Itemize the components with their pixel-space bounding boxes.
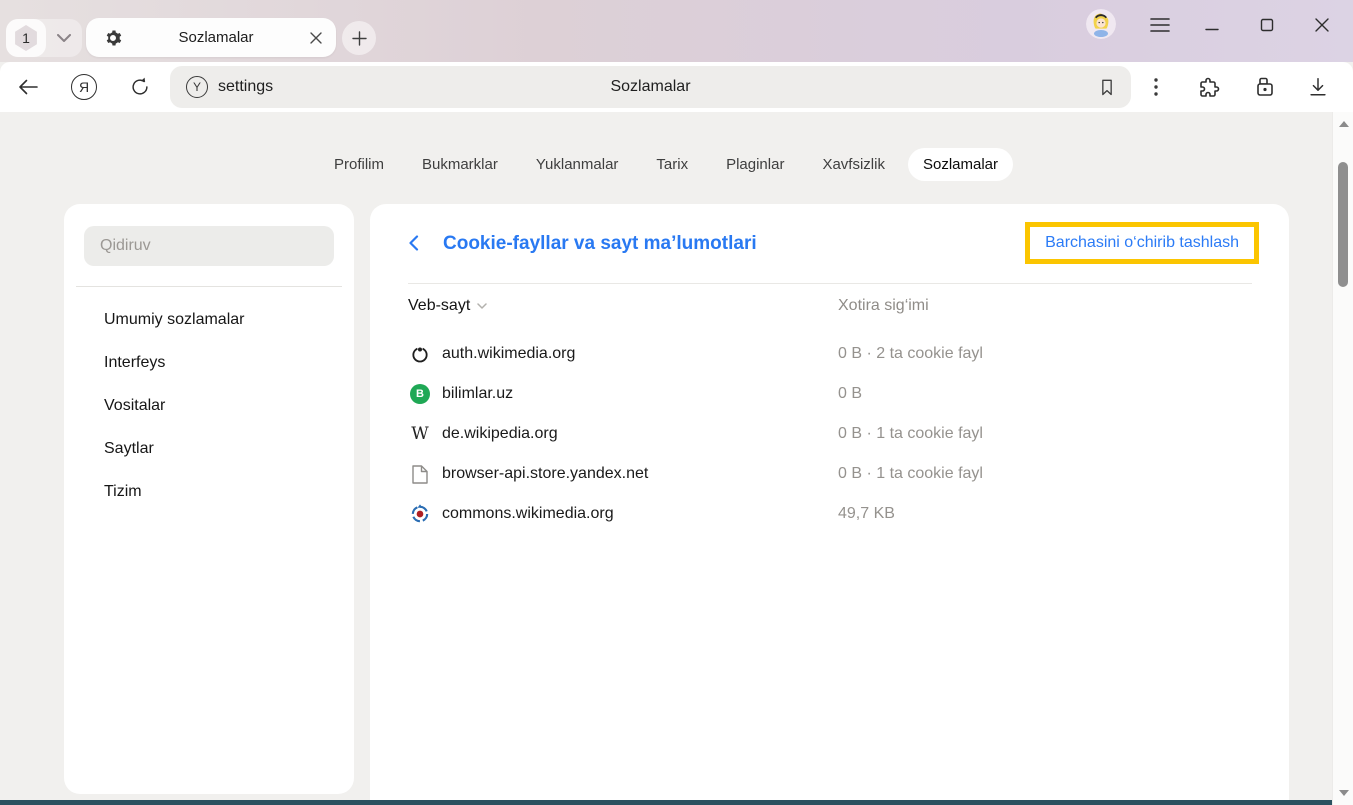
settings-page: Profilim Bukmarklar Yuklanmalar Tarix Pl… [0, 112, 1332, 805]
site-row-de-wikipedia[interactable]: W de.wikipedia.org 0 B · 1 ta cookie fay… [370, 414, 1289, 454]
bookmark-icon[interactable] [1097, 77, 1117, 97]
wikipedia-icon: W [410, 424, 430, 444]
column-header-storage: Xotira sig‘imi [838, 297, 929, 315]
url-text[interactable]: settings [218, 78, 273, 96]
nav-tab-yuklanmalar[interactable]: Yuklanmalar [521, 148, 634, 181]
yandex-logo[interactable]: Я [62, 65, 106, 109]
nav-tab-profilim[interactable]: Profilim [319, 148, 399, 181]
sidebar-item-umumiy-sozlamalar[interactable]: Umumiy sozlamalar [64, 298, 354, 341]
downloads-icon[interactable] [1291, 65, 1345, 109]
column-site-label: Veb-sayt [408, 297, 470, 315]
sort-chevron-icon [477, 303, 487, 309]
bilimlar-icon: B [410, 384, 430, 404]
tab-sozlamalar[interactable]: Sozlamalar [86, 18, 336, 57]
site-row-commons-wikimedia[interactable]: commons.wikimedia.org 49,7 KB [370, 494, 1289, 534]
site-name: auth.wikimedia.org [442, 345, 575, 363]
yandex-letter: Я [79, 79, 89, 95]
browser-window: 1 Sozlamalar [0, 0, 1353, 805]
protect-letter: Y [193, 80, 201, 94]
search-input[interactable] [84, 226, 334, 266]
site-storage: 0 B · 1 ta cookie fayl [838, 465, 983, 483]
passwords-icon[interactable] [1237, 65, 1291, 109]
site-name: commons.wikimedia.org [442, 505, 614, 523]
tab-strip: 1 Sozlamalar [0, 0, 1353, 62]
reload-icon[interactable] [118, 65, 162, 109]
site-storage: 0 B [838, 385, 862, 403]
settings-nav-tabs: Profilim Bukmarklar Yuklanmalar Tarix Pl… [0, 148, 1332, 181]
nav-tab-bukmarklar[interactable]: Bukmarklar [407, 148, 513, 181]
tab-title: Sozlamalar [122, 29, 310, 46]
kebab-menu-icon[interactable] [1129, 65, 1183, 109]
site-storage: 49,7 KB [838, 505, 895, 523]
sidebar-item-vositalar[interactable]: Vositalar [64, 384, 354, 427]
tab-close-icon[interactable] [310, 32, 322, 44]
omnibox-page-title: Sozlamalar [170, 78, 1131, 96]
extensions-icon[interactable] [1183, 65, 1237, 109]
header-divider [408, 283, 1252, 284]
bilimlar-letter: B [416, 388, 424, 400]
site-name: browser-api.store.yandex.net [442, 465, 648, 483]
window-bottom-edge [0, 800, 1332, 805]
back-icon[interactable] [6, 65, 50, 109]
tab-count-badge: 1 [13, 25, 39, 51]
nav-tab-plaginlar[interactable]: Plaginlar [711, 148, 799, 181]
scroll-up-icon[interactable] [1333, 116, 1353, 132]
document-icon [410, 464, 430, 484]
settings-sidebar: Umumiy sozlamalar Interfeys Vositalar Sa… [64, 204, 354, 794]
sidebar-divider [76, 286, 342, 287]
maximize-button[interactable] [1254, 12, 1280, 38]
nav-tab-xavfsizlik[interactable]: Xavfsizlik [807, 148, 900, 181]
address-bar[interactable]: Y settings Sozlamalar [170, 66, 1131, 108]
avatar[interactable] [1086, 9, 1116, 39]
menu-icon[interactable] [1147, 12, 1173, 38]
tab-counter[interactable]: 1 [6, 19, 46, 57]
column-header-site[interactable]: Veb-sayt [408, 297, 487, 315]
minimize-button[interactable] [1199, 12, 1225, 38]
nav-tab-sozlamalar[interactable]: Sozlamalar [908, 148, 1013, 181]
sidebar-item-saytlar[interactable]: Saytlar [64, 427, 354, 470]
site-name: bilimlar.uz [442, 385, 513, 403]
page-title: Cookie-fayllar va sayt ma’lumotlari [443, 233, 757, 255]
page-scrollbar[interactable] [1332, 112, 1353, 805]
site-row-auth-wikimedia[interactable]: auth.wikimedia.org 0 B · 2 ta cookie fay… [370, 334, 1289, 374]
site-row-bilimlar[interactable]: B bilimlar.uz 0 B [370, 374, 1289, 414]
site-row-browser-api[interactable]: browser-api.store.yandex.net 0 B · 1 ta … [370, 454, 1289, 494]
scrollbar-thumb[interactable] [1338, 162, 1348, 287]
commons-icon [410, 504, 430, 524]
back-chevron-icon[interactable] [406, 235, 422, 251]
toolbar: Я Y settings Sozlamalar [0, 62, 1353, 112]
close-button[interactable] [1309, 12, 1335, 38]
chevron-down-icon[interactable] [46, 34, 82, 42]
gear-icon [104, 29, 122, 47]
new-tab-button[interactable] [342, 21, 376, 55]
sidebar-item-tizim[interactable]: Tizim [64, 470, 354, 513]
site-name: de.wikipedia.org [442, 425, 558, 443]
site-list: auth.wikimedia.org 0 B · 2 ta cookie fay… [370, 334, 1289, 534]
sidebar-item-interfeys[interactable]: Interfeys [64, 341, 354, 384]
site-storage: 0 B · 2 ta cookie fayl [838, 345, 983, 363]
tab-group-button[interactable]: 1 [6, 19, 82, 57]
site-storage: 0 B · 1 ta cookie fayl [838, 425, 983, 443]
nav-tab-tarix[interactable]: Tarix [641, 148, 703, 181]
cookies-panel: Cookie-fayllar va sayt ma’lumotlari Barc… [370, 204, 1289, 805]
scroll-down-icon[interactable] [1333, 785, 1353, 801]
delete-all-button[interactable]: Barchasini o‘chirib tashlash [1025, 222, 1259, 264]
wikimedia-icon [410, 344, 430, 364]
site-protect-icon[interactable]: Y [186, 76, 208, 98]
